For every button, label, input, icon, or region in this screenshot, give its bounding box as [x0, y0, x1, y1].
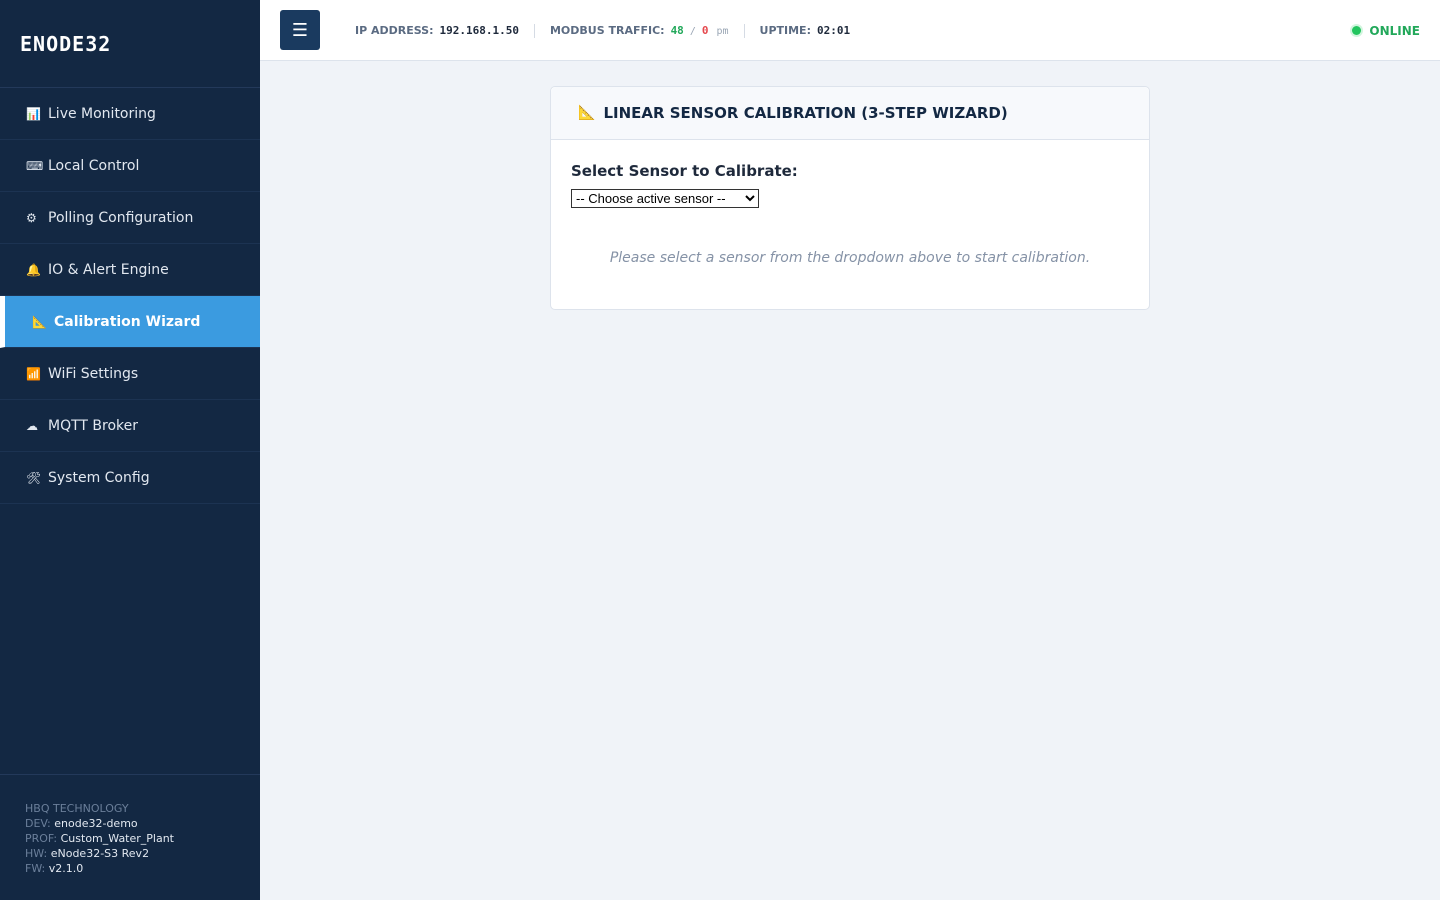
traffic-separator: / [689, 26, 696, 37]
device-row: DEV: enode32-demo [25, 816, 260, 831]
traffic-label: MODBUS TRAFFIC: [549, 24, 665, 37]
modbus-traffic-stat: MODBUS TRAFFIC: 48 / 0 pm [550, 24, 729, 37]
hw-label: HW: [25, 847, 48, 860]
sidebar-item-label: System Config [48, 469, 150, 486]
sidebar-item-live-monitoring[interactable]: 📊 Live Monitoring [0, 88, 260, 140]
sidebar-item-local-control[interactable]: ⌨ Local Control [0, 140, 260, 192]
status-label: ONLINE [1369, 23, 1420, 38]
fw-label: FW: [25, 862, 46, 875]
wifi-icon: 📶 [26, 366, 41, 381]
brand-name: ENODE32 [20, 31, 112, 56]
card-body: Select Sensor to Calibrate: -- Choose ac… [551, 140, 1149, 288]
company-name: HBQ TECHNOLOGY [25, 802, 129, 815]
ip-address-stat: IP ADDRESS: 192.168.1.50 [355, 24, 519, 37]
status-stats: IP ADDRESS: 192.168.1.50 MODBUS TRAFFIC: … [355, 0, 850, 61]
chart-icon: 📊 [26, 106, 41, 121]
prof-value: Custom_Water_Plant [60, 832, 174, 845]
sidebar-item-polling-configuration[interactable]: ⚙ Polling Configuration [0, 192, 260, 244]
uptime-label: UPTIME: [759, 24, 811, 37]
card-header: 📐 LINEAR SENSOR CALIBRATION (3-STEP WIZA… [551, 87, 1149, 140]
ip-label: IP ADDRESS: [355, 24, 434, 37]
traffic-error-count: 0 [701, 24, 709, 37]
sidebar-item-label: Live Monitoring [48, 105, 156, 122]
prof-label: PROF: [25, 832, 58, 845]
brand-logo[interactable]: ENODE32 [0, 0, 260, 88]
ip-value: 192.168.1.50 [439, 24, 519, 37]
uptime-value: 02:01 [816, 24, 851, 37]
sidebar-item-mqtt-broker[interactable]: ☁ MQTT Broker [0, 400, 260, 452]
sidebar-item-calibration-wizard[interactable]: 📐 Calibration Wizard [0, 296, 260, 348]
card-title: LINEAR SENSOR CALIBRATION (3-STEP WIZARD… [603, 104, 1008, 122]
hamburger-icon: ☰ [291, 19, 309, 41]
firmware-row: FW: v2.1.0 [25, 861, 260, 876]
dev-label: DEV: [25, 817, 51, 830]
empty-state-hint: Please select a sensor from the dropdown… [609, 250, 1091, 266]
sidebar-item-label: Local Control [48, 157, 140, 174]
sidebar-item-label: WiFi Settings [48, 365, 139, 382]
top-bar: ☰ IP ADDRESS: 192.168.1.50 MODBUS TRAFFIC… [260, 0, 1440, 61]
sidebar-item-wifi-settings[interactable]: 📶 WiFi Settings [0, 348, 260, 400]
sidebar: ENODE32 📊 Live Monitoring ⌨ Local Control … [0, 0, 260, 900]
gear-icon: ⚙ [26, 210, 37, 225]
sensor-select-label: Select Sensor to Calibrate: [571, 162, 798, 180]
hardware-row: HW: eNode32-S3 Rev2 [25, 846, 260, 861]
calibration-card: 📐 LINEAR SENSOR CALIBRATION (3-STEP WIZA… [550, 86, 1150, 310]
ruler-icon: 📐 [578, 105, 596, 121]
sidebar-item-system-config[interactable]: 🛠 System Config [0, 452, 260, 504]
sidebar-item-label: IO & Alert Engine [48, 261, 169, 278]
traffic-unit: pm [716, 26, 729, 37]
hw-value: eNode32-S3 Rev2 [50, 847, 150, 860]
profile-row: PROF: Custom_Water_Plant [25, 831, 260, 846]
divider [743, 23, 745, 38]
keyboard-icon: ⌨ [26, 158, 44, 173]
sidebar-item-label: MQTT Broker [48, 417, 139, 434]
bell-icon: 🔔 [26, 262, 41, 277]
ruler-icon: 📐 [32, 314, 47, 329]
tools-icon: 🛠 [26, 470, 42, 485]
fw-value: v2.1.0 [48, 862, 84, 875]
divider [533, 23, 535, 38]
sidebar-item-label: Calibration Wizard [54, 313, 201, 330]
cloud-icon: ☁ [26, 418, 38, 433]
sidebar-item-label: Polling Configuration [48, 209, 194, 226]
sidebar-item-io-alert-engine[interactable]: 🔔 IO & Alert Engine [0, 244, 260, 296]
sensor-select[interactable]: -- Choose active sensor -- [571, 189, 759, 208]
device-info: HBQ TECHNOLOGY DEV: enode32-demo PROF: C… [0, 774, 260, 900]
menu-toggle-button[interactable]: ☰ [280, 10, 320, 50]
dev-value: enode32-demo [54, 817, 138, 830]
traffic-ok-count: 48 [670, 24, 684, 37]
connection-status: ONLINE [1352, 0, 1420, 61]
uptime-stat: UPTIME: 02:01 [760, 24, 851, 37]
status-dot-icon [1352, 26, 1362, 35]
